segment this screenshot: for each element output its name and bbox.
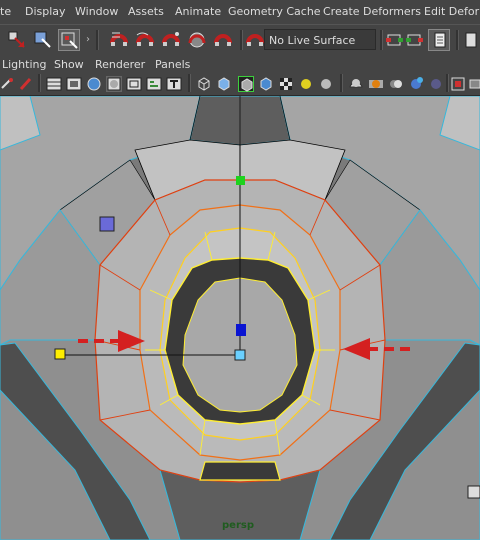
smooth-shading-icon[interactable]: [216, 76, 232, 92]
menu-geometry-cache[interactable]: Geometry Cache: [228, 5, 321, 18]
camera-label: persp: [222, 520, 254, 531]
camera-attributes-icon[interactable]: [0, 76, 16, 92]
pivot-marker: [99, 216, 115, 232]
camera-icon[interactable]: [468, 76, 480, 92]
field-chart-icon[interactable]: [126, 76, 142, 92]
output-ops-icon[interactable]: [404, 29, 426, 51]
shadows-icon[interactable]: [318, 76, 334, 92]
camera-pen-icon[interactable]: [18, 76, 34, 92]
toolbar-separator: [188, 74, 191, 92]
menu-display[interactable]: Display: [25, 5, 66, 18]
input-ops-icon[interactable]: [384, 29, 406, 51]
select-by-component-type-icon[interactable]: [58, 29, 80, 51]
toolbar-collapse-arrow[interactable]: ›: [86, 34, 90, 45]
menu-window[interactable]: Window: [75, 5, 118, 18]
snap-to-curve-icon[interactable]: [134, 29, 156, 51]
use-all-lights-icon[interactable]: [298, 76, 314, 92]
main-menu-bar: te Display Window Assets Animate Geometr…: [0, 0, 480, 24]
mesh-scene: [0, 96, 480, 540]
panel-menu-renderer[interactable]: Renderer: [95, 58, 145, 71]
magnet-icon[interactable]: [244, 29, 266, 51]
xray-icon[interactable]: [368, 76, 384, 92]
textured-icon[interactable]: [278, 76, 294, 92]
toolbar-separator: [340, 74, 343, 92]
wireframe-on-shaded-icon[interactable]: [238, 76, 254, 92]
safe-title-icon[interactable]: [166, 76, 182, 92]
high-quality-icon[interactable]: [348, 76, 364, 92]
toolbar-separator: [240, 30, 243, 50]
make-live-icon[interactable]: [212, 29, 234, 51]
menu-item-partial[interactable]: te: [0, 5, 11, 18]
menu-create-deformers[interactable]: Create Deformers: [323, 5, 421, 18]
xray-joints-icon[interactable]: [408, 76, 424, 92]
manipulator-y-handle: [236, 176, 245, 185]
resolution-gate-icon[interactable]: [86, 76, 102, 92]
manipulator-x-handle: [54, 348, 66, 360]
manipulator-center-handle: [234, 349, 246, 361]
default-lighting-icon[interactable]: [258, 76, 274, 92]
hud-icon[interactable]: [450, 76, 466, 92]
panel-menu-lighting[interactable]: Lighting: [2, 58, 46, 71]
toolbar-separator: [96, 30, 99, 50]
panel-menu-bar: Lighting Show Renderer Panels: [0, 55, 480, 73]
live-surface-field[interactable]: No Live Surface: [264, 29, 376, 50]
manipulator-z-handle: [236, 324, 246, 336]
panel-menu-panels[interactable]: Panels: [155, 58, 190, 71]
perspective-viewport[interactable]: persp: [0, 96, 480, 540]
menu-animate[interactable]: Animate: [175, 5, 221, 18]
menu-assets[interactable]: Assets: [128, 5, 164, 18]
toolbar-separator: [38, 74, 41, 92]
isolate-select-icon[interactable]: [388, 76, 404, 92]
panel-toolbar: [0, 73, 480, 96]
toolbar-separator: [456, 30, 459, 50]
select-by-hierarchy-icon[interactable]: [6, 29, 28, 51]
menu-edit-deformers[interactable]: Edit Deformers: [424, 5, 480, 18]
wireframe-shading-icon[interactable]: [196, 76, 212, 92]
ipr-render-icon[interactable]: [462, 29, 480, 51]
xray-components-icon[interactable]: [428, 76, 444, 92]
gate-mask-icon[interactable]: [106, 76, 122, 92]
safe-action-icon[interactable]: [146, 76, 162, 92]
render-settings-icon[interactable]: [428, 29, 450, 51]
wireframe-grid-icon[interactable]: [46, 76, 62, 92]
snap-to-grid-icon[interactable]: [108, 29, 130, 51]
snap-to-point-icon[interactable]: [160, 29, 182, 51]
snap-to-view-plane-icon[interactable]: [186, 29, 208, 51]
panel-menu-show[interactable]: Show: [54, 58, 84, 71]
toolbar-separator: [380, 30, 383, 50]
film-gate-icon[interactable]: [66, 76, 82, 92]
toolbar-separator: [446, 74, 449, 92]
select-by-object-type-icon[interactable]: [32, 29, 54, 51]
status-line-toolbar: › No Live Surface: [0, 24, 480, 56]
